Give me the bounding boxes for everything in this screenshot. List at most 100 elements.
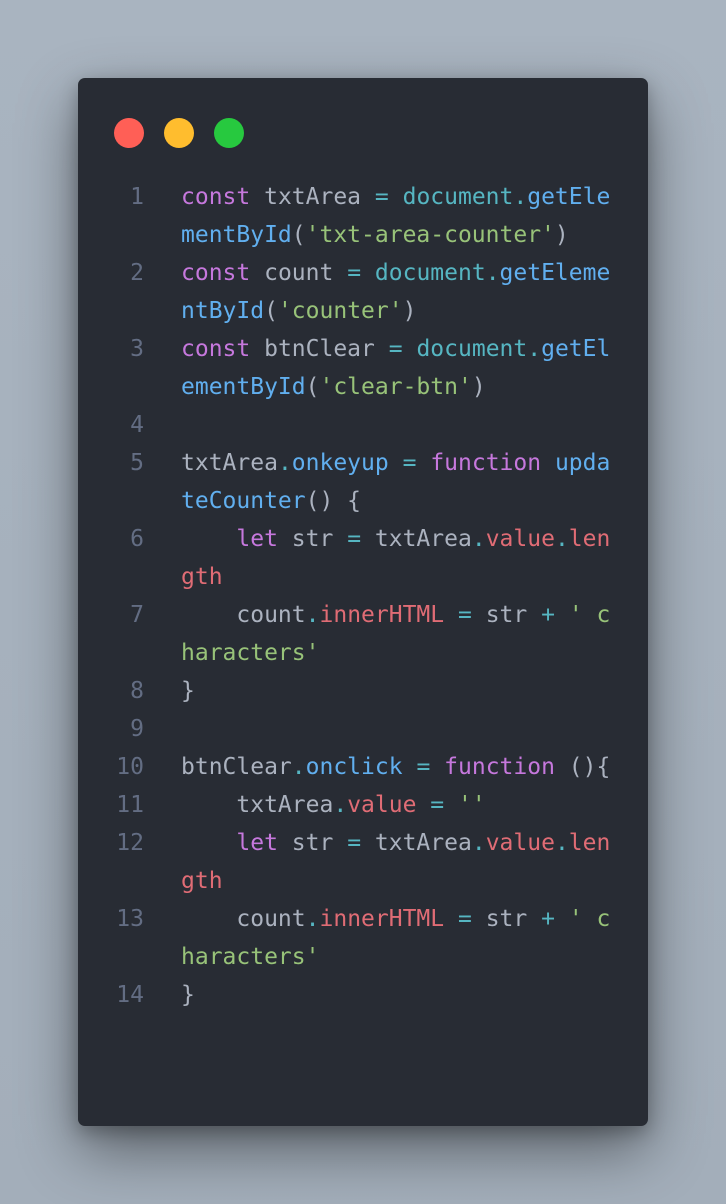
line-number: 3 (130, 336, 144, 362)
code-token: . (305, 602, 320, 628)
code-window: 1 const txtArea = document.getElementById… (78, 78, 648, 1126)
code-token: btnClear (181, 754, 292, 780)
code-text: btnClear.onclick = function (){ (181, 748, 613, 786)
code-token: count (181, 906, 306, 932)
line-number: 7 (130, 602, 144, 628)
code-line: 10 btnClear.onclick = function (){ (78, 748, 648, 786)
code-text: count.innerHTML = str + ' characters' (181, 596, 613, 672)
code-token: ) (554, 222, 569, 248)
line-number: 6 (130, 526, 144, 552)
code-token: const (181, 184, 251, 210)
code-token: str (277, 830, 348, 856)
code-token: value (485, 526, 555, 552)
code-token: document (416, 336, 528, 362)
code-token: txtArea (181, 792, 334, 818)
code-token: innerHTML (319, 906, 445, 932)
code-token: const (181, 336, 251, 362)
code-token: const (181, 260, 251, 286)
code-line: 14} (78, 976, 648, 1014)
code-token: = (402, 450, 417, 476)
code-line: 4 (78, 406, 648, 444)
line-number: 2 (130, 260, 144, 286)
code-token: document (374, 260, 486, 286)
code-block: 1 const txtArea = document.getElementById… (78, 178, 648, 1014)
code-line: 6 let str = txtArea.value.length (78, 520, 648, 596)
code-token: str (471, 906, 542, 932)
code-token: () { (305, 488, 362, 514)
line-number: 12 (116, 830, 144, 856)
code-token: } (181, 678, 195, 704)
close-dot-icon[interactable] (114, 118, 144, 148)
line-number: 11 (116, 792, 144, 818)
code-line: 12 let str = txtArea.value.length (78, 824, 648, 900)
code-line: 13 count.innerHTML = str + ' characters' (78, 900, 648, 976)
code-text: txtArea.value = '' (181, 786, 613, 824)
code-token: onkeyup (291, 450, 389, 476)
code-token: txtArea (181, 450, 278, 476)
code-text: } (181, 976, 613, 1014)
code-line: 11 txtArea.value = '' (78, 786, 648, 824)
code-token: ( (291, 222, 306, 248)
line-number: 14 (116, 982, 144, 1008)
line-number: 10 (116, 754, 144, 780)
code-token: function (444, 754, 555, 780)
code-text: const txtArea = document.getElementById(… (181, 178, 613, 254)
code-line: 3 const btnClear = document.getElementByI… (78, 330, 648, 406)
code-text: count.innerHTML = str + ' characters' (181, 900, 613, 976)
code-text: let str = txtArea.value.length (181, 520, 613, 596)
code-token: = (457, 602, 472, 628)
code-token: value (485, 830, 555, 856)
code-token: . (277, 450, 292, 476)
code-token: btnClear (250, 336, 389, 362)
code-token: 'txt-area-counter' (305, 222, 555, 248)
code-token: . (554, 830, 569, 856)
code-token: '' (458, 792, 486, 818)
code-token: count (250, 260, 348, 286)
code-token: . (485, 260, 500, 286)
code-text: txtArea.onkeyup = function updateCounter… (181, 444, 613, 520)
code-token: = (347, 260, 362, 286)
line-number: 5 (130, 450, 144, 476)
line-number: 13 (116, 906, 144, 932)
code-token: = (416, 754, 431, 780)
code-token: innerHTML (319, 602, 445, 628)
code-token: . (513, 184, 528, 210)
code-token: . (291, 754, 306, 780)
code-token: value (347, 792, 417, 818)
code-token: = (374, 184, 389, 210)
code-text: const btnClear = document.getElementById… (181, 330, 613, 406)
code-token: = (347, 830, 362, 856)
code-text: } (181, 672, 613, 710)
code-line: 9 (78, 710, 648, 748)
code-token: ( (264, 298, 278, 324)
code-token: txtArea (250, 184, 375, 210)
code-token: = (457, 906, 472, 932)
line-number: 1 (130, 184, 144, 210)
code-token: . (471, 830, 486, 856)
code-token: document (402, 184, 514, 210)
code-token: + (541, 906, 555, 932)
code-token: ) (471, 374, 486, 400)
code-line: 1 const txtArea = document.getElementById… (78, 178, 648, 254)
code-text: const count = document.getElementById('c… (181, 254, 613, 330)
code-token: 'counter' (277, 298, 403, 324)
minimize-dot-icon[interactable] (164, 118, 194, 148)
code-token: = (430, 792, 445, 818)
code-token: function (430, 450, 542, 476)
maximize-dot-icon[interactable] (214, 118, 244, 148)
code-token: (){ (568, 754, 611, 780)
